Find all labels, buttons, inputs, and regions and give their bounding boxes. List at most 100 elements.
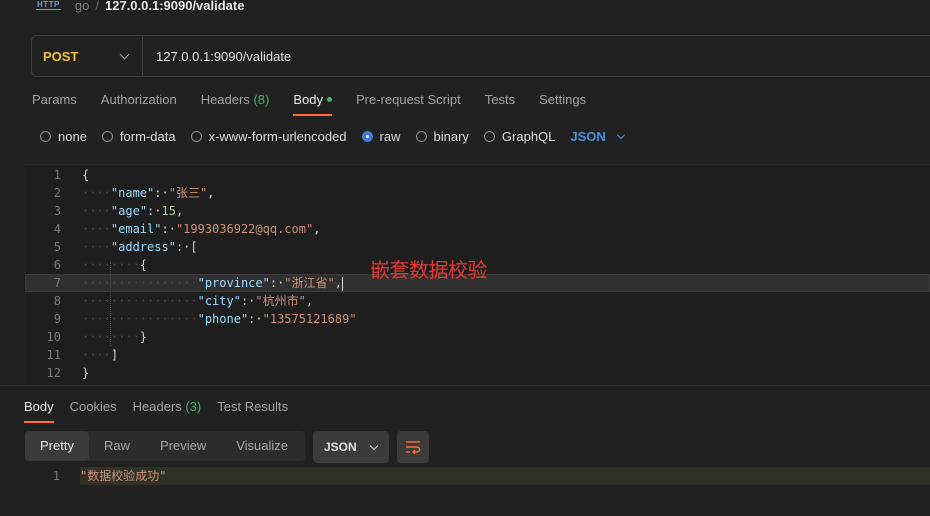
radio-selected-icon	[361, 130, 373, 142]
tab-label: Body	[24, 399, 54, 414]
modified-dot-icon	[326, 97, 332, 103]
editor-line: 3 ····"age":·15,	[25, 202, 930, 220]
indent-guide	[110, 262, 111, 346]
code-token: "phone"	[197, 312, 249, 326]
tab-label: Cookies	[69, 399, 117, 414]
response-divider[interactable]	[0, 385, 930, 386]
line-number: 5	[53, 240, 61, 254]
code-token: "张三"	[168, 186, 208, 200]
tab-label: Body	[293, 92, 323, 107]
text-cursor	[341, 276, 343, 291]
code-token: }	[82, 366, 90, 380]
radio-icon	[483, 130, 495, 142]
line-number: 3	[53, 204, 61, 218]
tab-tests[interactable]: Tests	[485, 90, 515, 116]
chevron-down-icon	[369, 441, 378, 450]
response-view-selector: Pretty Raw Preview Visualize	[25, 431, 305, 461]
tab-label: Authorization	[100, 92, 177, 107]
code-token: "13575121689"	[262, 312, 357, 326]
code-token: [	[190, 240, 198, 254]
view-raw[interactable]: Raw	[89, 431, 145, 461]
code-token: "city"	[197, 294, 241, 308]
response-format-dropdown[interactable]: JSON	[313, 431, 389, 463]
code-token: "name"	[110, 186, 155, 200]
response-body-line[interactable]: 1 "数据校验成功"	[25, 467, 930, 485]
method-select[interactable]: POST	[32, 36, 143, 76]
tab-body[interactable]: Body	[293, 90, 332, 116]
view-preview[interactable]: Preview	[145, 431, 221, 461]
response-body-text: "数据校验成功"	[80, 469, 167, 483]
body-type-form-data[interactable]: form-data	[101, 128, 176, 144]
body-type-label: form-data	[119, 128, 176, 144]
body-type-label: GraphQL	[501, 128, 556, 144]
response-tab-test-results[interactable]: Test Results	[217, 398, 288, 423]
tab-pre-request-script[interactable]: Pre-request Script	[356, 90, 461, 116]
code-token: "province"	[197, 276, 270, 290]
body-type-graphql[interactable]: GraphQL	[483, 128, 556, 144]
request-title[interactable]: 127.0.0.1:9090/validate	[105, 0, 245, 13]
tab-authorization[interactable]: Authorization	[101, 90, 177, 116]
line-number: 6	[53, 258, 61, 272]
code-token: {	[82, 168, 90, 182]
body-type-binary[interactable]: binary	[415, 128, 469, 144]
response-tabs: Body Cookies Headers (3) Test Results	[24, 398, 304, 423]
headers-count: (8)	[253, 92, 270, 107]
view-pretty[interactable]: Pretty	[25, 431, 89, 461]
editor-line: 2 ····"name":·"张三",	[25, 184, 930, 202]
breadcrumb-collection[interactable]: go	[75, 0, 89, 13]
wrap-lines-button[interactable]	[397, 431, 429, 463]
editor-line: 1{	[25, 166, 930, 184]
body-type-label: x-www-form-urlencoded	[208, 128, 347, 144]
response-tab-body[interactable]: Body	[24, 398, 54, 423]
line-number: 4	[53, 222, 61, 236]
line-number: 1	[53, 168, 61, 182]
line-highlight	[80, 467, 930, 485]
url-input[interactable]	[143, 36, 930, 76]
line-number: 2	[53, 186, 61, 200]
line-number: 11	[46, 348, 61, 362]
editor-line: 11 ····]	[25, 346, 930, 364]
editor-line: 9 ················"phone":·"13575121689"	[25, 310, 930, 328]
code-token: "age"	[110, 204, 148, 218]
editor-line: 10 ········}	[25, 328, 930, 346]
line-number: 9	[53, 312, 61, 326]
editor-line: 8 ················"city":·"杭州市",	[25, 292, 930, 310]
tab-params[interactable]: Params	[32, 90, 77, 116]
url-bar: POST	[31, 35, 930, 77]
body-type-selector: none form-data x-www-form-urlencoded raw…	[40, 126, 626, 146]
code-token: }	[139, 330, 148, 344]
line-number: 1	[52, 469, 60, 483]
tab-label: Params	[32, 92, 77, 107]
line-number: 10	[46, 330, 61, 344]
body-type-none[interactable]: none	[40, 129, 87, 144]
body-type-raw[interactable]: raw	[361, 129, 401, 144]
chevron-down-icon	[616, 130, 626, 139]
response-tab-cookies[interactable]: Cookies	[70, 398, 117, 423]
response-tab-headers[interactable]: Headers (3)	[133, 398, 202, 423]
line-number: 12	[46, 366, 61, 380]
request-body-editor[interactable]: 1{ 2 ····"name":·"张三", 3 ····"age":·15, 4 ·…	[25, 164, 930, 384]
request-tabs: Params Authorization Headers (8) Body Pr…	[32, 90, 610, 116]
http-icon: HTTP	[36, 0, 61, 10]
tab-label: Pre-request Script	[355, 92, 461, 107]
body-type-urlencoded[interactable]: x-www-form-urlencoded	[190, 128, 347, 144]
tab-settings[interactable]: Settings	[539, 90, 586, 116]
tab-headers[interactable]: Headers (8)	[201, 90, 270, 116]
code-token: 15	[161, 204, 176, 218]
raw-format-dropdown[interactable]: JSON	[570, 128, 626, 144]
radio-icon	[101, 130, 113, 142]
tab-label: Settings	[539, 92, 587, 107]
raw-format-label: JSON	[570, 128, 606, 144]
code-token: "email"	[110, 222, 162, 236]
wrap-lines-icon	[406, 441, 421, 454]
response-format-label: JSON	[324, 440, 357, 454]
code-token: ]	[110, 348, 119, 362]
radio-icon	[190, 130, 202, 142]
tab-label: Test Results	[217, 399, 289, 414]
view-visualize[interactable]: Visualize	[221, 431, 303, 461]
breadcrumb: HTTP go / 127.0.0.1:9090/validate	[36, 0, 244, 14]
line-number: 7	[53, 276, 61, 290]
body-type-label: none	[58, 128, 87, 144]
annotation-text: 嵌套数据校验	[370, 258, 488, 282]
body-type-label: binary	[433, 128, 469, 144]
